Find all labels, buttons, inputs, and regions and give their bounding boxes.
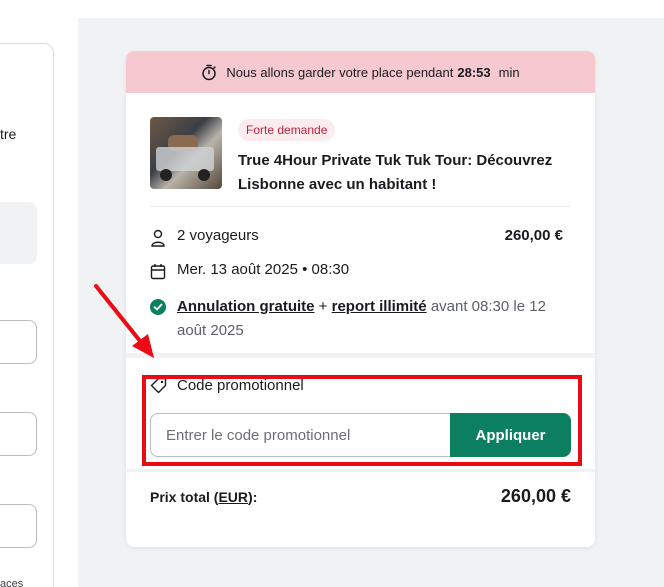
- annotation-arrow-icon: [94, 284, 154, 358]
- section-divider-2: [126, 469, 595, 472]
- total-label: Prix total (EUR):: [150, 489, 258, 505]
- high-demand-badge: Forte demande: [238, 119, 336, 141]
- form-partial-footer: aces: [0, 578, 24, 587]
- total-price: 260,00 €: [500, 486, 571, 506]
- product-summary: Forte demande True 4Hour Private Tuk Tuk…: [150, 117, 571, 207]
- tuk-tuk-photo[interactable]: [150, 117, 222, 189]
- section-divider: [126, 353, 595, 358]
- free-cancellation-link[interactable]: Annulation gratuite: [177, 298, 315, 315]
- travelers-count: 2 voyageurs: [177, 227, 259, 244]
- reservation-timer-banner: Nous allons garder votre place pendant 2…: [126, 51, 595, 93]
- annotation-highlight-box: [142, 375, 582, 466]
- timer-unit: min: [498, 64, 520, 80]
- calendar-icon: [150, 264, 166, 280]
- product-title[interactable]: True 4Hour Private Tuk Tuk Tour: Découvr…: [238, 149, 578, 197]
- travelers-price: 260,00 €: [504, 227, 563, 244]
- tour-date: Mer. 13 août 2025 • 08:30: [177, 261, 350, 278]
- cancel-plus: +: [318, 298, 328, 315]
- cancellation-policy: Annulation gratuite + report illimité av…: [177, 295, 577, 343]
- unlimited-reschedule-link[interactable]: report illimité: [332, 298, 427, 315]
- timer-countdown: 28:53: [457, 64, 491, 80]
- form-input-3[interactable]: [0, 504, 37, 548]
- currency-link[interactable]: EUR: [218, 489, 248, 505]
- stopwatch-icon: [202, 64, 217, 80]
- form-input-1[interactable]: [0, 320, 37, 364]
- form-partial-text: tre: [0, 126, 17, 142]
- form-input-2[interactable]: [0, 412, 37, 456]
- person-icon: [151, 229, 165, 247]
- booking-summary-card: Nous allons garder votre place pendant 2…: [126, 51, 595, 547]
- form-info-box: [0, 202, 37, 264]
- timer-text: Nous allons garder votre place pendant: [226, 64, 454, 80]
